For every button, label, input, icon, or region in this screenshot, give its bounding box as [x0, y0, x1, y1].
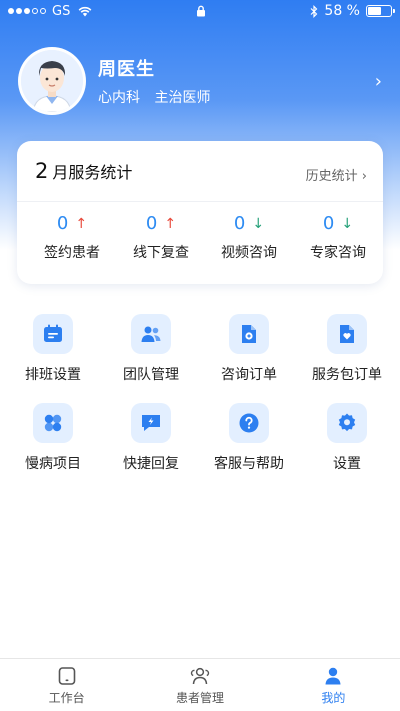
gear-icon [327, 403, 367, 443]
doctor-avatar-icon [21, 50, 83, 112]
stats-month: 2 [35, 159, 49, 183]
avatar[interactable] [18, 47, 86, 115]
menu-item-team[interactable]: 团队管理 [105, 314, 197, 384]
service-stats-card: 2 月服务统计 历史统计 › 0 ↑ 签约患者 0 ↑ 线下复查 0 ↓ 视频咨询 0 ↓… [17, 141, 383, 284]
tab-mine[interactable]: 我的 [267, 659, 400, 711]
tab-workbench[interactable]: 工作台 [0, 659, 133, 711]
menu-label: 快捷回复 [123, 456, 179, 472]
help-icon [229, 403, 269, 443]
menu-item-customer-service[interactable]: 客服与帮助 [203, 403, 295, 473]
menu-item-schedule[interactable]: 排班设置 [7, 314, 99, 384]
chevron-right-icon: › [361, 169, 367, 184]
divider [17, 201, 383, 202]
arrow-up-icon: ↑ [75, 215, 88, 232]
arrow-down-icon: ↓ [341, 215, 354, 232]
doctor-title: 主治医师 [154, 90, 211, 106]
stat-offline-recheck[interactable]: 0 ↑ 线下复查 [116, 213, 206, 262]
stat-signed-patients[interactable]: 0 ↑ 签约患者 [27, 213, 117, 262]
service-package-icon [327, 314, 367, 354]
battery-percent: 58 % [324, 3, 360, 19]
tab-label: 工作台 [48, 691, 85, 705]
menu-label: 慢病项目 [25, 456, 81, 472]
menu-item-chronic-disease[interactable]: 慢病项目 [7, 403, 99, 473]
battery-icon [366, 5, 395, 17]
signal-dot [24, 8, 30, 14]
stat-value: 0 [322, 213, 335, 234]
signal-dot [8, 8, 14, 14]
arrow-up-icon: ↑ [164, 215, 177, 232]
stat-label: 视频咨询 [221, 245, 277, 261]
stat-value: 0 [145, 213, 158, 234]
stat-video-consult[interactable]: 0 ↓ 视频咨询 [204, 213, 294, 262]
menu-label: 客服与帮助 [214, 456, 284, 472]
team-icon [131, 314, 171, 354]
bottom-tab-bar: 工作台 患者管理 我的 [0, 658, 400, 711]
chevron-right-icon[interactable]: › [375, 71, 382, 92]
stat-label: 线下复查 [133, 245, 189, 261]
stat-expert-consult[interactable]: 0 ↓ 专家咨询 [293, 213, 383, 262]
tab-label: 患者管理 [175, 691, 224, 705]
menu-item-settings[interactable]: 设置 [301, 403, 393, 473]
doctor-subtitle: 心内科 主治医师 [98, 87, 375, 107]
stat-label: 签约患者 [44, 245, 100, 261]
menu-label: 服务包订单 [312, 367, 382, 383]
carrier-name: GS [52, 3, 71, 19]
battery-level [368, 7, 381, 15]
stat-value: 0 [56, 213, 69, 234]
calendar-icon [33, 314, 73, 354]
stat-value: 0 [233, 213, 246, 234]
arrow-down-icon: ↓ [252, 215, 265, 232]
stats-title: 2 月服务统计 [35, 159, 132, 183]
chronic-disease-icon [33, 403, 73, 443]
menu-item-quick-reply[interactable]: 快捷回复 [105, 403, 197, 473]
lock-icon [197, 5, 205, 17]
signal-dot [16, 8, 22, 14]
menu-item-consult-order[interactable]: 咨询订单 [203, 314, 295, 384]
menu-item-service-package-order[interactable]: 服务包订单 [301, 314, 393, 384]
menu-label: 设置 [333, 456, 361, 472]
doctor-name: 周医生 [98, 59, 155, 80]
menu-label: 团队管理 [123, 367, 179, 383]
tab-patient-management[interactable]: 患者管理 [133, 659, 266, 711]
stats-heading: 月服务统计 [52, 163, 133, 182]
stat-label: 专家咨询 [310, 245, 366, 261]
profile-icon [267, 665, 400, 687]
doctor-department: 心内科 [98, 90, 140, 106]
wifi-icon [78, 6, 92, 17]
consult-order-icon [229, 314, 269, 354]
history-stats-link[interactable]: 历史统计 › [306, 165, 367, 184]
menu-label: 咨询订单 [221, 367, 277, 383]
menu-label: 排班设置 [25, 367, 81, 383]
profile-header[interactable]: 周医生 心内科 主治医师 › [18, 46, 388, 116]
signal-strength: GS [8, 4, 93, 19]
patients-icon [133, 665, 266, 687]
bluetooth-icon [310, 4, 318, 18]
signal-dot [32, 8, 38, 14]
status-bar: GS 58 % [0, 0, 400, 22]
quick-reply-icon [131, 403, 171, 443]
workbench-icon [0, 665, 133, 687]
tab-label: 我的 [321, 691, 346, 705]
history-stats-label: 历史统计 [305, 169, 358, 184]
signal-dot [40, 8, 46, 14]
